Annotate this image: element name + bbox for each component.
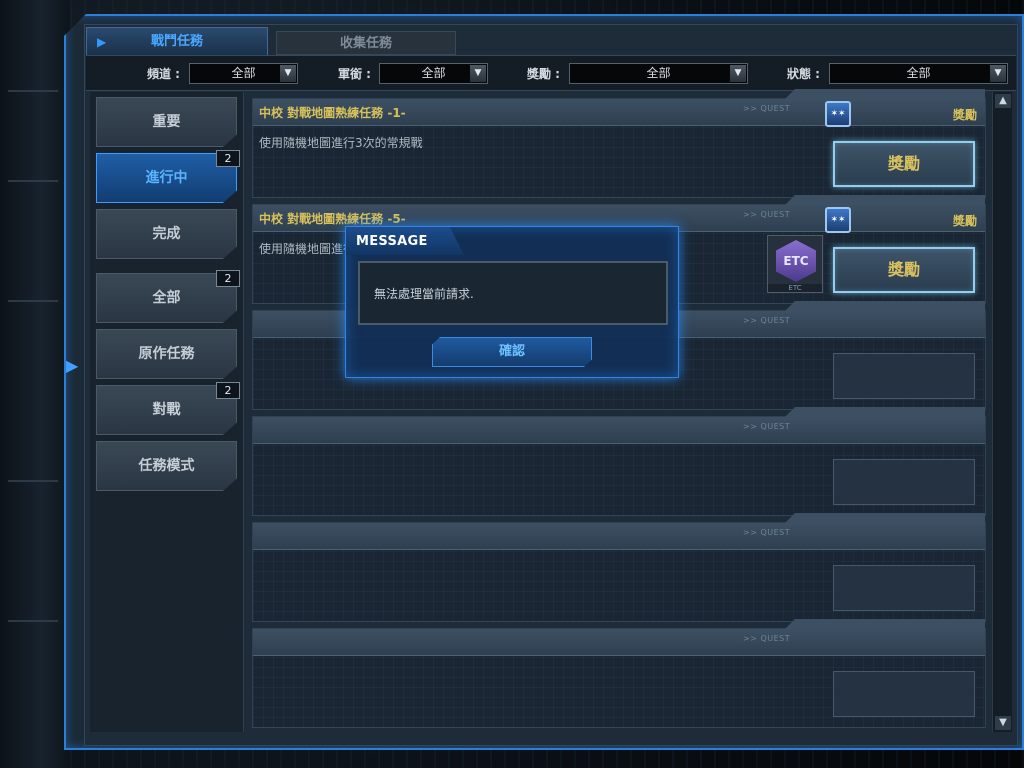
quest-description: 使用隨機地圖進行 [259,242,356,256]
quest-tag: >> QUEST [743,528,791,537]
filter-channel-select[interactable]: 全部 ▼ [189,63,298,84]
sidebar-item-original-quests[interactable]: 原作任務 [96,329,237,379]
rank-medal-icon: ✶✶ [825,207,851,233]
scroll-up-icon[interactable]: ▲ [995,94,1011,108]
filter-label-channel: 頻道 : [147,67,180,81]
quest-tag: >> QUEST [743,104,791,113]
quest-title: 中校 對戰地圖熟練任務 -1- [259,106,406,120]
count-badge: 2 [216,382,240,399]
quest-tag: >> QUEST [743,316,791,325]
reward-item-slot[interactable]: ETC ETC [767,235,823,293]
filter-label-reward: 獎勵 : [527,67,560,81]
chevron-down-icon: ▼ [730,65,746,82]
empty-reward-slot [833,353,975,399]
quest-card-empty: >> QUEST [252,619,986,728]
tab-label: 收集任務 [339,36,392,51]
card-header [253,417,985,444]
tab-arrow-icon: ▶ [97,35,107,49]
sidebar-item-important[interactable]: 重要 [96,97,237,147]
count-badge: 2 [216,270,240,287]
tab-label: 戰鬥任務 [150,34,203,49]
item-caption: ETC [768,284,822,292]
sidebar-item-label: 對戰 [152,402,181,418]
confirm-button[interactable]: 確認 [432,337,592,367]
empty-reward-slot [833,671,975,717]
reward-label: 獎勵 [952,108,977,122]
card-notch [785,407,985,417]
count-badge: 2 [216,150,240,167]
empty-reward-slot [833,459,975,505]
quest-description: 使用隨機地圖進行3次的常規戰 [259,136,423,150]
quest-tag: >> QUEST [743,210,791,219]
tab-collect-quests[interactable]: 收集任務 [276,31,456,55]
quest-card-empty: >> QUEST [252,513,986,622]
dialog-title: MESSAGE [356,234,428,249]
card-header [253,523,985,550]
reward-button[interactable]: 獎勵 [833,247,975,293]
filter-value: 全部 [231,66,256,80]
quest-list-scrollbar[interactable]: ▲ ▼ [992,92,1012,732]
chevron-down-icon: ▼ [990,65,1006,82]
background-left-strip [0,0,70,768]
quest-tag: >> QUEST [743,422,791,431]
filter-label-rank: 軍銜 : [338,67,371,81]
sidebar-item-quest-mode[interactable]: 任務模式 [96,441,237,491]
filter-value: 全部 [906,66,931,80]
card-notch [785,195,985,205]
message-dialog: MESSAGE 無法處理當前請求. 確認 [345,226,679,378]
filter-label-status: 狀態 : [787,67,820,81]
quest-title: 中校 對戰地圖熟練任務 -5- [259,212,406,226]
card-notch [785,301,985,311]
filter-value: 全部 [646,66,671,80]
sidebar-item-label: 任務模式 [138,458,195,474]
dialog-body: 無法處理當前請求. [358,261,668,325]
chevron-down-icon: ▼ [280,65,296,82]
tab-battle-quests[interactable]: ▶ 戰鬥任務 [86,27,268,55]
filter-status-select[interactable]: 全部 ▼ [829,63,1008,84]
dialog-message: 無法處理當前請求. [374,287,474,301]
card-notch [785,513,985,523]
sidebar-item-label: 原作任務 [138,346,195,362]
filter-rank-select[interactable]: 全部 ▼ [379,63,488,84]
filter-value: 全部 [421,66,446,80]
card-notch [785,619,985,629]
quest-tag: >> QUEST [743,634,791,643]
quest-card[interactable]: 中校 對戰地圖熟練任務 -1- >> QUEST ✶✶ 獎勵 使用隨機地圖進行3… [252,89,986,198]
sidebar-item-label: 進行中 [145,170,188,186]
reward-button[interactable]: 獎勵 [833,141,975,187]
collapse-arrow-icon[interactable]: ▶ [66,352,78,380]
scroll-down-icon[interactable]: ▼ [995,716,1011,730]
card-notch [785,89,985,99]
sidebar-item-completed[interactable]: 完成 [96,209,237,259]
rank-medal-icon: ✶✶ [825,101,851,127]
etc-item-icon: ETC [776,240,816,282]
sidebar-item-label: 全部 [152,290,181,306]
quest-card-empty: >> QUEST [252,407,986,516]
sidebar-item-label: 重要 [152,114,181,130]
empty-reward-slot [833,565,975,611]
filter-reward-select[interactable]: 全部 ▼ [569,63,748,84]
reward-label: 獎勵 [952,214,977,228]
card-header [253,629,985,656]
sidebar-item-label: 完成 [152,226,181,242]
chevron-down-icon: ▼ [470,65,486,82]
